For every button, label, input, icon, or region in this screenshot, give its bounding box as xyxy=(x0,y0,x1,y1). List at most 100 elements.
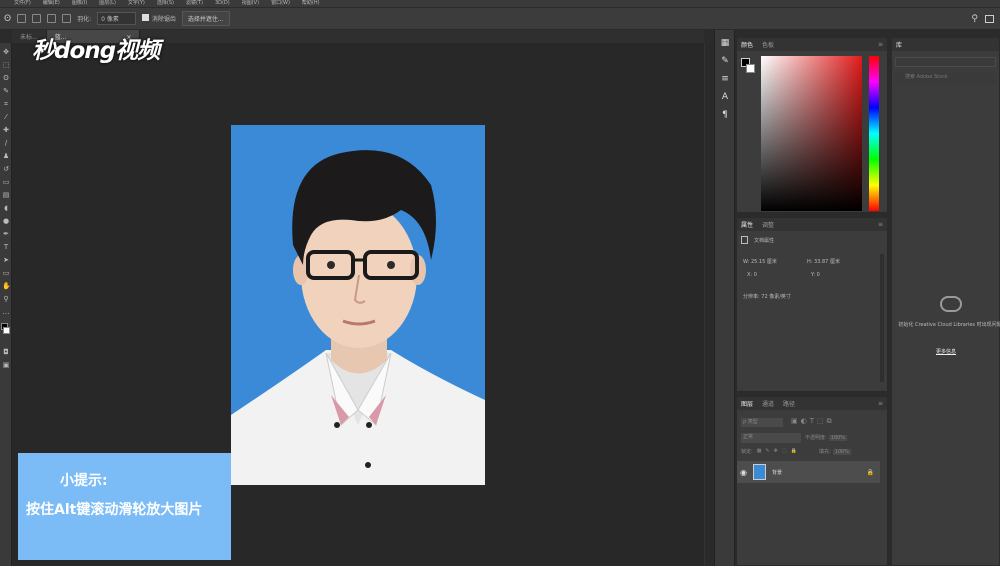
pixel-filter-icon[interactable]: ▣ xyxy=(791,417,798,426)
eraser-icon[interactable]: ▭ xyxy=(2,178,10,186)
blur-icon[interactable]: ◖ xyxy=(2,204,10,212)
type-tool-icon[interactable]: T xyxy=(2,243,10,251)
intersect-selection-icon[interactable] xyxy=(62,14,72,23)
tab-adjustments[interactable]: 调整 xyxy=(762,220,774,229)
screen-mode-icon[interactable]: ▣ xyxy=(2,361,10,369)
creative-cloud-icon xyxy=(940,296,962,312)
tab-swatches[interactable]: 色板 xyxy=(762,40,774,49)
layer-name[interactable]: 背景 xyxy=(772,469,782,476)
layer-kind-filter[interactable]: ρ 类型 xyxy=(741,418,783,427)
pen-tool-icon[interactable]: ✒ xyxy=(2,230,10,238)
adjust-filter-icon[interactable]: ◐ xyxy=(801,417,807,426)
y-field[interactable]: Y: 0 xyxy=(811,272,820,278)
tab-properties[interactable]: 属性 xyxy=(741,220,753,229)
feather-input[interactable]: 0 像素 xyxy=(97,12,136,25)
visibility-icon[interactable]: ◉ xyxy=(740,468,747,477)
character-icon[interactable]: A xyxy=(719,92,731,102)
canvas-scrollbar[interactable] xyxy=(704,43,714,566)
type-filter-icon[interactable]: T xyxy=(810,417,814,426)
options-bar: ʘ 羽化: 0 像素 消除锯齿 选择并遮住... ⚲ xyxy=(0,8,1000,30)
tab-color[interactable]: 颜色 xyxy=(741,40,753,49)
panel-menu-icon[interactable]: ≡ xyxy=(878,221,883,228)
lock-all-icon[interactable]: 🔒 xyxy=(791,448,797,455)
lasso-tool-icon[interactable]: ʘ xyxy=(4,14,11,24)
search-icon[interactable]: ⚲ xyxy=(971,14,978,24)
paragraph-icon[interactable]: ¶ xyxy=(719,110,731,120)
opacity-value: 100% xyxy=(828,435,847,441)
menu-help[interactable]: 帮助(H) xyxy=(302,0,320,7)
shape-tool-icon[interactable]: ▭ xyxy=(2,269,10,277)
tab-channels[interactable]: 通道 xyxy=(762,399,774,408)
panel-icon-strip: ▦ ✎ ≡ A ¶ xyxy=(714,30,735,566)
tab-paths[interactable]: 路径 xyxy=(783,399,795,408)
marquee-tool-icon[interactable]: ⬚ xyxy=(2,61,10,69)
workspace-icon[interactable] xyxy=(985,14,994,23)
gradient-icon[interactable]: ▤ xyxy=(2,191,10,199)
width-field[interactable]: W: 25.15 厘米 xyxy=(743,258,777,265)
watermark-logo: 秒dong视频 xyxy=(32,38,160,64)
antialias-checkbox[interactable]: 消除锯齿 xyxy=(141,14,176,23)
menu-filter[interactable]: 滤镜(T) xyxy=(186,0,203,7)
color-swatches[interactable] xyxy=(0,321,11,343)
menu-view[interactable]: 视图(V) xyxy=(242,0,259,7)
portrait-photo[interactable] xyxy=(231,125,485,485)
history-icon[interactable]: ▦ xyxy=(719,38,731,48)
subtract-selection-icon[interactable] xyxy=(47,14,57,23)
new-selection-icon[interactable] xyxy=(17,14,27,23)
healing-brush-icon[interactable]: ✚ xyxy=(2,126,10,134)
properties-scrollbar[interactable] xyxy=(880,254,884,382)
add-selection-icon[interactable] xyxy=(32,14,42,23)
hint-box: 小提示: 按住Alt键滚动滑轮放大图片 xyxy=(18,453,231,560)
brush-settings-icon[interactable]: ✎ xyxy=(719,56,731,66)
menu-type[interactable]: 文字(Y) xyxy=(128,0,145,7)
menu-image[interactable]: 图像(I) xyxy=(72,0,87,7)
menu-edit[interactable]: 编辑(E) xyxy=(43,0,60,7)
hand-tool-icon[interactable]: ✋ xyxy=(2,282,11,290)
tab-layers[interactable]: 图层 xyxy=(741,399,753,408)
lock-paint-icon[interactable]: ✎ xyxy=(765,448,769,455)
history-brush-icon[interactable]: ↺ xyxy=(2,165,10,173)
path-select-icon[interactable]: ➤ xyxy=(2,256,10,264)
more-tools-icon[interactable]: … xyxy=(2,308,10,316)
shape-filter-icon[interactable]: ⬚ xyxy=(817,417,824,426)
lasso-icon[interactable]: ʘ xyxy=(2,74,10,82)
lock-artboard-icon[interactable]: ⬚ xyxy=(782,448,787,455)
layer-row[interactable]: ◉ 背景 🔒 xyxy=(737,461,880,483)
quick-mask-icon[interactable]: ◘ xyxy=(2,348,10,356)
clone-stamp-icon[interactable]: ♟ xyxy=(2,152,10,160)
blend-mode-select[interactable]: 正常 xyxy=(741,433,801,443)
x-value: 0 xyxy=(753,272,757,278)
background-color[interactable] xyxy=(3,327,10,334)
adjust-icon[interactable]: ≡ xyxy=(719,74,731,84)
fill-field[interactable]: 填充: 100% xyxy=(819,448,851,455)
move-tool-icon[interactable]: ✥ xyxy=(2,48,10,56)
crop-tool-icon[interactable]: ⌗ xyxy=(2,100,10,108)
more-info-link[interactable]: 更多信息 xyxy=(936,348,956,355)
bg-swatch[interactable] xyxy=(746,64,755,73)
menu-select[interactable]: 选择(S) xyxy=(157,0,174,7)
filter-icons: ▣ ◐ T ⬚ ⧉ xyxy=(791,417,832,426)
smart-filter-icon[interactable]: ⧉ xyxy=(827,417,832,426)
tab-libraries[interactable]: 库 xyxy=(896,40,902,49)
lock-move-icon[interactable]: ✥ xyxy=(774,448,778,455)
select-and-mask-button[interactable]: 选择并遮住... xyxy=(181,11,230,26)
menu-window[interactable]: 窗口(W) xyxy=(271,0,290,7)
panel-menu-icon[interactable]: ≡ xyxy=(878,41,883,48)
lock-pixels-icon[interactable]: ▩ xyxy=(757,448,762,455)
color-field[interactable] xyxy=(761,56,862,211)
menu-layer[interactable]: 图层(L) xyxy=(99,0,116,7)
height-field[interactable]: H: 33.87 厘米 xyxy=(807,258,840,265)
library-select[interactable] xyxy=(895,57,996,67)
dodge-icon[interactable]: ● xyxy=(2,217,10,225)
x-field[interactable]: X: 0 xyxy=(747,272,757,278)
quick-select-icon[interactable]: ✎ xyxy=(2,87,10,95)
hue-slider[interactable] xyxy=(869,56,879,211)
menu-3d[interactable]: 3D(D) xyxy=(215,0,230,7)
menu-file[interactable]: 文件(F) xyxy=(14,0,31,7)
panel-menu-icon[interactable]: ≡ xyxy=(878,400,883,407)
zoom-tool-icon[interactable]: ⚲ xyxy=(2,295,10,303)
brush-tool-icon[interactable]: ∕ xyxy=(2,139,10,147)
stock-search-input[interactable]: 搜索 Adobe Stock xyxy=(895,73,996,83)
opacity-field[interactable]: 不透明度: 100% xyxy=(805,434,847,441)
eyedropper-icon[interactable]: ⁄ xyxy=(2,113,10,121)
